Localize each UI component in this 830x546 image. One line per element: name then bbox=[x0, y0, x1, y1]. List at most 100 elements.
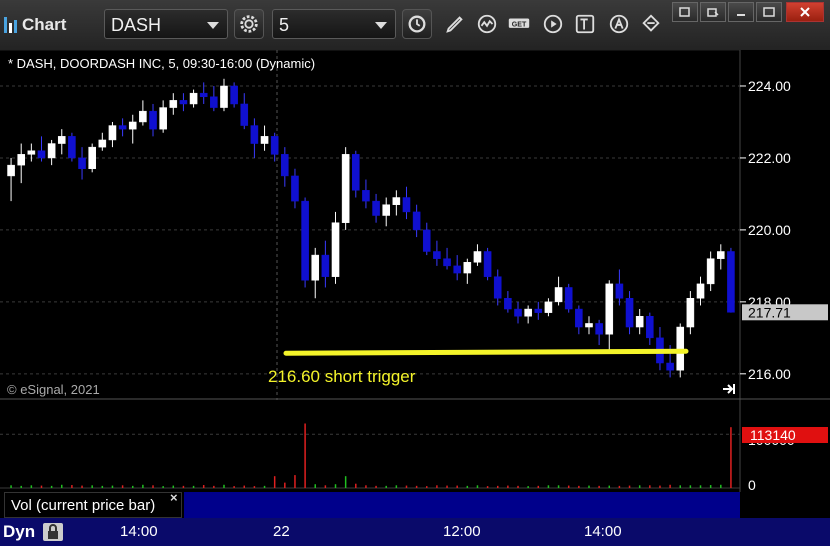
candle bbox=[291, 168, 299, 209]
interval-clock-button[interactable] bbox=[402, 9, 432, 39]
candle bbox=[128, 114, 137, 144]
candle-body bbox=[615, 283, 624, 299]
candle-body bbox=[311, 254, 320, 281]
candle-body bbox=[47, 143, 56, 159]
window-maximize-button[interactable] bbox=[756, 2, 782, 22]
window-title-text: Chart bbox=[22, 15, 67, 34]
candle bbox=[250, 118, 259, 158]
candle-body bbox=[666, 362, 674, 371]
candle-body bbox=[635, 315, 644, 328]
candle-body bbox=[7, 164, 15, 177]
candle-body bbox=[88, 146, 96, 169]
candle bbox=[230, 82, 238, 108]
symbol-combobox[interactable]: DASH bbox=[104, 9, 228, 39]
candle-body bbox=[514, 308, 522, 317]
candle-body bbox=[443, 258, 451, 267]
text-tool-button[interactable] bbox=[570, 9, 600, 39]
candle bbox=[422, 222, 431, 256]
candle-body bbox=[260, 136, 269, 144]
candle-body bbox=[412, 211, 421, 231]
pencil-icon bbox=[446, 16, 463, 33]
candle-body bbox=[37, 150, 46, 159]
clock-icon bbox=[408, 15, 426, 33]
candle-body bbox=[504, 298, 512, 310]
scroll-to-end-icon[interactable] bbox=[723, 384, 735, 394]
candle bbox=[615, 269, 624, 306]
candle bbox=[402, 186, 411, 220]
time-tick-label: 12:00 bbox=[443, 523, 481, 540]
candle bbox=[524, 305, 532, 324]
candle-body bbox=[199, 92, 208, 98]
candle bbox=[351, 150, 360, 198]
window-close-button[interactable] bbox=[786, 2, 824, 22]
candle bbox=[118, 118, 127, 137]
volume-bar-series bbox=[10, 423, 732, 488]
candle bbox=[433, 240, 441, 266]
studies-wave-icon bbox=[477, 14, 497, 34]
candle-body bbox=[392, 197, 401, 205]
volume-pane[interactable]: 100000 0 113140 bbox=[0, 400, 830, 492]
candle bbox=[493, 269, 502, 306]
volume-value: 113140 bbox=[750, 427, 796, 443]
window-restore-button[interactable] bbox=[700, 2, 726, 22]
candle bbox=[68, 132, 76, 162]
candle-body bbox=[575, 308, 583, 328]
window-minimize-button[interactable] bbox=[728, 2, 754, 22]
candle-body bbox=[281, 154, 289, 177]
candle bbox=[473, 244, 482, 266]
alert-button[interactable] bbox=[604, 9, 634, 39]
candle bbox=[281, 147, 289, 187]
candle-body bbox=[524, 308, 532, 317]
symbol-settings-button[interactable] bbox=[234, 9, 264, 39]
candle bbox=[727, 247, 735, 313]
candle-body bbox=[78, 157, 86, 169]
candle-body bbox=[696, 283, 705, 299]
candle-body bbox=[98, 139, 107, 148]
candle bbox=[78, 147, 86, 180]
candle bbox=[564, 283, 573, 313]
candle bbox=[585, 316, 593, 335]
link-button[interactable] bbox=[636, 9, 666, 39]
candle bbox=[463, 258, 472, 284]
chevron-left-icon bbox=[679, 7, 690, 17]
candle bbox=[706, 251, 715, 292]
candle bbox=[544, 298, 553, 317]
dynamic-mode-button[interactable]: Dyn bbox=[0, 518, 66, 546]
candle bbox=[189, 89, 198, 108]
studies-button[interactable] bbox=[472, 9, 502, 39]
candle-body bbox=[402, 197, 411, 213]
candle bbox=[260, 125, 269, 151]
price-pane[interactable]: 224.00222.00220.00218.00216.00 216.60 sh… bbox=[0, 50, 830, 400]
candle bbox=[7, 157, 15, 202]
candle bbox=[98, 132, 107, 151]
get-data-button[interactable]: GET bbox=[504, 9, 534, 39]
candle-body bbox=[301, 200, 309, 281]
window-menu-button[interactable] bbox=[672, 2, 698, 22]
replay-button[interactable] bbox=[538, 9, 568, 39]
candle bbox=[210, 85, 218, 112]
link-arrows-icon bbox=[642, 14, 660, 32]
candle-body bbox=[676, 326, 685, 371]
candle bbox=[179, 93, 188, 112]
candle bbox=[57, 129, 66, 155]
interval-combobox[interactable]: 5 bbox=[272, 9, 396, 39]
candle bbox=[372, 193, 380, 223]
lock-icon[interactable] bbox=[43, 523, 63, 541]
candle bbox=[17, 143, 26, 184]
trigger-annotation: 216.60 short trigger bbox=[268, 367, 416, 386]
candle-body bbox=[341, 154, 350, 223]
close-study-icon[interactable]: × bbox=[170, 490, 178, 505]
volume-study-label[interactable]: Vol (current price bar) bbox=[4, 492, 182, 518]
candle-body bbox=[706, 258, 715, 285]
candle-body bbox=[159, 107, 167, 130]
candle-body bbox=[169, 100, 178, 108]
candle bbox=[311, 247, 320, 299]
candle-body bbox=[57, 136, 66, 144]
chart-toolbar: Chart DASH 5 GET bbox=[0, 0, 830, 51]
trigger-line[interactable] bbox=[283, 348, 689, 356]
time-tick-label: 14:00 bbox=[120, 523, 158, 540]
candle bbox=[534, 301, 543, 320]
alert-icon bbox=[609, 14, 629, 34]
draw-pencil-button[interactable] bbox=[440, 9, 470, 39]
symbol-value: DASH bbox=[111, 15, 162, 35]
